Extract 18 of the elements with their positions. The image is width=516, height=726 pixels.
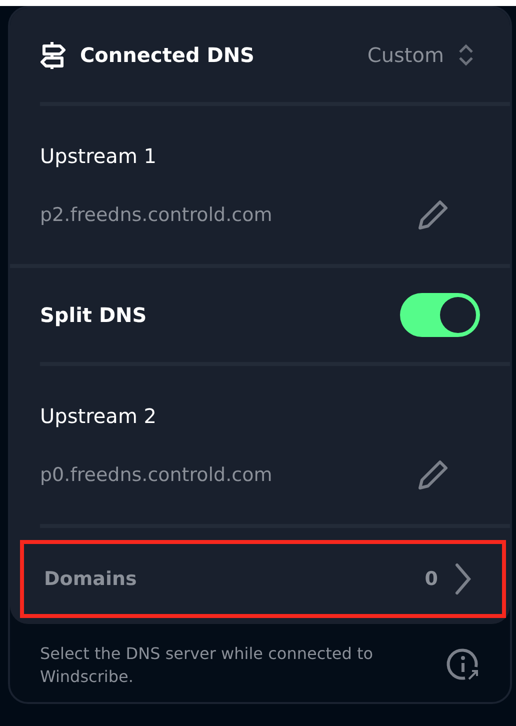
up-down-chevron-icon[interactable] [458,43,474,67]
upstream-address: p2.freedns.controld.com [40,204,272,226]
domains-count: 0 [424,568,438,590]
edit-icon[interactable] [416,198,450,232]
edit-icon[interactable] [416,458,450,492]
info-icon[interactable] [446,648,480,682]
chevron-right-icon [454,562,472,596]
domains-row[interactable]: Domains 0 [20,540,506,618]
dns-mode-value[interactable]: Custom [367,43,444,67]
section-title: Connected DNS [80,43,256,67]
upstream-label: Upstream 2 [40,403,158,428]
upstream-address: p0.freedns.controld.com [40,464,272,486]
domains-label: Domains [44,568,138,590]
signpost-icon [40,40,66,70]
footer-description: Select the DNS server while connected to Windscribe. [40,643,374,688]
upstream-label: Upstream 1 [40,143,158,168]
split-dns-toggle[interactable] [400,293,480,337]
split-dns-label: Split DNS [40,303,147,327]
